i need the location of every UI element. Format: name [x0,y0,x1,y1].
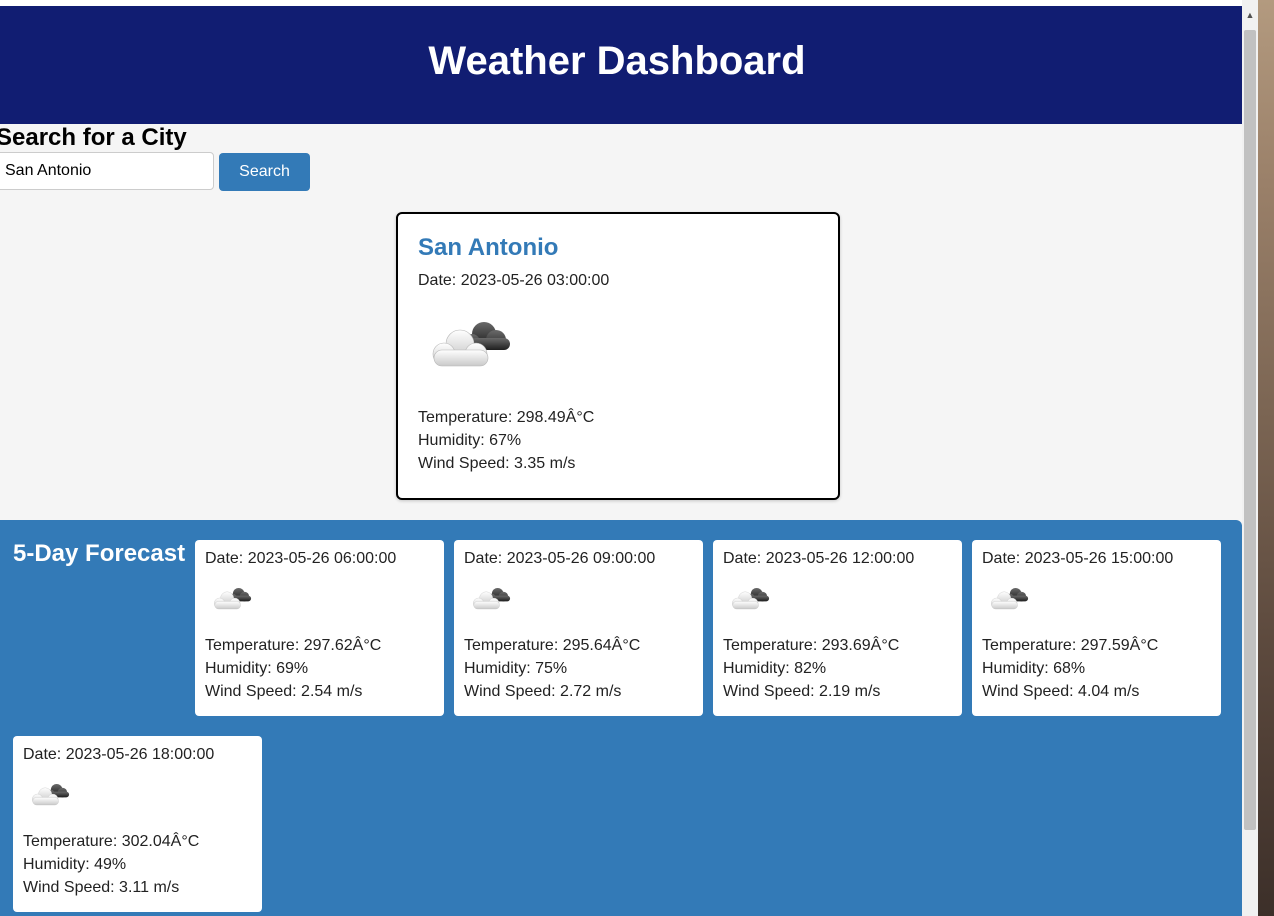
cloud-icon [468,582,512,614]
scrollbar-thumb[interactable] [1244,30,1256,830]
forecast-humidity: Humidity: 82% [723,660,827,677]
forecast-date: Date: 2023-05-26 15:00:00 [982,550,1174,567]
forecast-card: Date: 2023-05-26 12:00:00 Temperature: 2… [713,540,962,716]
city-search-input[interactable] [0,152,214,190]
current-weather-card: San Antonio Date: 2023-05-26 03:00:00 Te… [396,212,840,500]
scroll-up-arrow-icon[interactable]: ▲ [1242,6,1258,24]
forecast-temperature: Temperature: 302.04Â°C [23,833,200,850]
forecast-temperature: Temperature: 295.64Â°C [464,637,641,654]
page-title: Weather Dashboard [428,38,806,83]
cloud-icon [422,310,514,376]
forecast-date: Date: 2023-05-26 06:00:00 [205,550,397,567]
forecast-card: Date: 2023-05-26 18:00:00 Temperature: 3… [13,736,262,912]
current-humidity: Humidity: 67% [418,432,522,449]
search-button[interactable]: Search [219,153,310,191]
forecast-humidity: Humidity: 69% [205,660,309,677]
forecast-wind-speed: Wind Speed: 2.72 m/s [464,683,622,700]
forecast-temperature: Temperature: 293.69Â°C [723,637,900,654]
cloud-icon [727,582,771,614]
forecast-date: Date: 2023-05-26 12:00:00 [723,550,915,567]
forecast-card: Date: 2023-05-26 06:00:00 Temperature: 2… [195,540,444,716]
desktop-background [1258,0,1274,916]
browser-viewport: Weather Dashboard Search for a City Sear… [0,0,1258,916]
forecast-humidity: Humidity: 49% [23,856,127,873]
forecast-section: 5-Day Forecast Date: 2023-05-26 06:00:00… [0,520,1242,916]
forecast-card: Date: 2023-05-26 15:00:00 Temperature: 2… [972,540,1221,716]
forecast-wind-speed: Wind Speed: 4.04 m/s [982,683,1140,700]
vertical-scrollbar[interactable]: ▲ [1242,0,1258,916]
forecast-date: Date: 2023-05-26 18:00:00 [23,746,215,763]
search-heading: Search for a City [0,124,187,151]
forecast-humidity: Humidity: 68% [982,660,1086,677]
page-header: Weather Dashboard [0,6,1242,124]
forecast-card: Date: 2023-05-26 09:00:00 Temperature: 2… [454,540,703,716]
current-temperature: Temperature: 298.49Â°C [418,409,595,426]
cloud-icon [27,778,71,810]
forecast-wind-speed: Wind Speed: 3.11 m/s [23,879,180,896]
forecast-wind-speed: Wind Speed: 2.54 m/s [205,683,363,700]
forecast-temperature: Temperature: 297.59Â°C [982,637,1159,654]
cloud-icon [209,582,253,614]
forecast-heading: 5-Day Forecast [13,540,186,567]
cloud-icon [986,582,1030,614]
current-city-name: San Antonio [418,234,559,261]
forecast-temperature: Temperature: 297.62Â°C [205,637,382,654]
current-wind-speed: Wind Speed: 3.35 m/s [418,455,576,472]
forecast-humidity: Humidity: 75% [464,660,568,677]
current-date: Date: 2023-05-26 03:00:00 [418,272,610,289]
forecast-wind-speed: Wind Speed: 2.19 m/s [723,683,881,700]
forecast-date: Date: 2023-05-26 09:00:00 [464,550,656,567]
